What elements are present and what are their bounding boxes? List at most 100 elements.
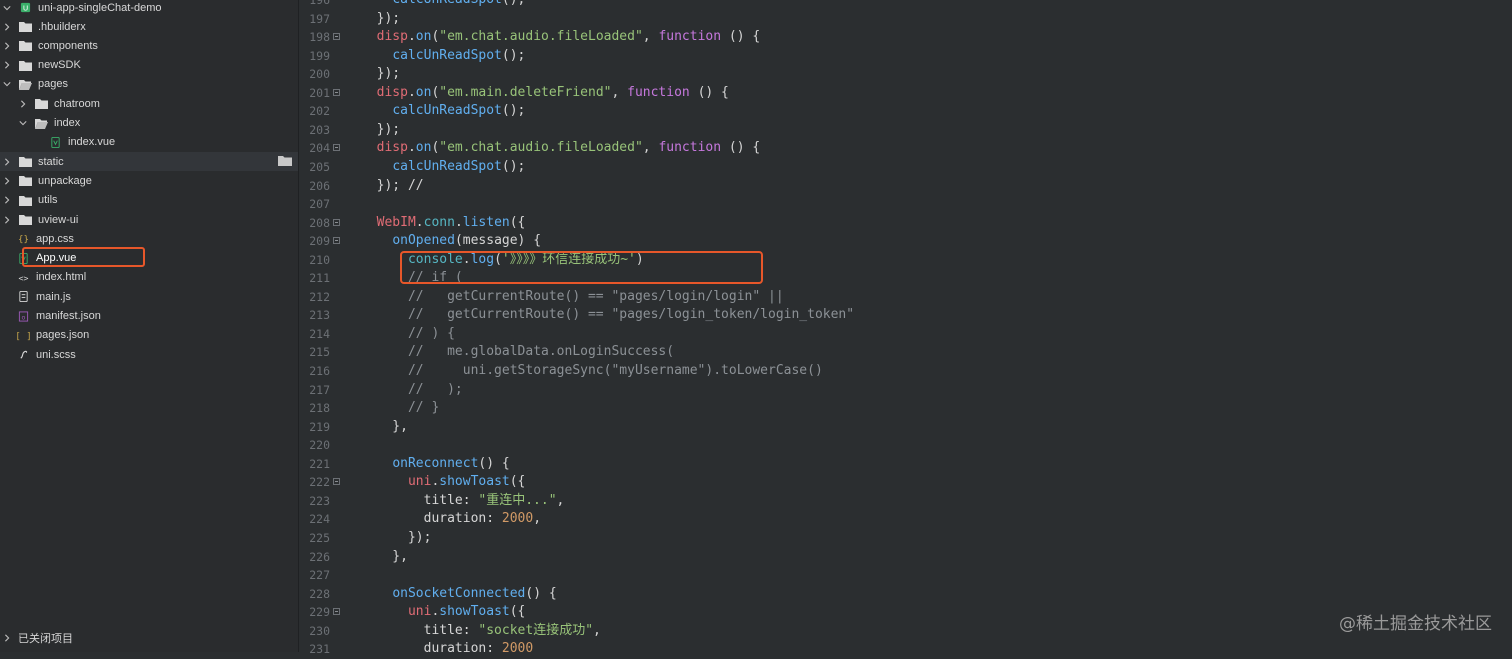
code-text: WebIM.conn.listen({	[376, 214, 526, 230]
chevron-down-icon[interactable]	[18, 118, 28, 128]
code-line[interactable]: 205 calcUnReadSpot();	[309, 158, 1512, 177]
fold-toggle-icon[interactable]	[333, 144, 340, 152]
tree-item-index-vue[interactable]: index.vue	[0, 133, 298, 152]
line-number: 220	[309, 438, 330, 453]
fold-toggle-icon[interactable]	[333, 218, 340, 226]
code-text: });	[361, 529, 432, 545]
code-line[interactable]: 228 onSocketConnected() {	[309, 585, 1512, 604]
line-number: 221	[309, 456, 330, 471]
tree-item--hbuilderx[interactable]: .hbuilderx	[0, 17, 298, 36]
code-text: onReconnect() {	[392, 455, 510, 471]
line-number: 209	[309, 234, 330, 249]
code-line[interactable]: 204 disp.on("em.chat.audio.fileLoaded", …	[309, 139, 1512, 158]
code-line[interactable]: 221 onReconnect() {	[309, 455, 1512, 474]
tree-item-components[interactable]: components	[0, 36, 298, 55]
chevron-right-icon[interactable]	[2, 22, 12, 32]
code-line[interactable]: 230 title: "socket连接成功",	[309, 622, 1512, 641]
code-line[interactable]: 197 });	[309, 10, 1512, 29]
code-line[interactable]: 217 // );	[309, 381, 1512, 400]
tree-item-pages[interactable]: pages	[0, 75, 298, 94]
line-number: 218	[309, 401, 330, 416]
vue-file-icon	[48, 136, 62, 148]
line-number: 227	[309, 568, 330, 583]
fold-toggle-icon[interactable]	[333, 33, 340, 41]
code-text: // getCurrentRoute() == "pages/login/log…	[407, 288, 784, 304]
code-line[interactable]: 212 // getCurrentRoute() == "pages/login…	[309, 288, 1512, 307]
tree-item-static[interactable]: static	[0, 152, 298, 172]
chevron-right-icon[interactable]	[2, 157, 12, 167]
code-line[interactable]: 227	[309, 566, 1512, 585]
chevron-right-icon[interactable]	[18, 99, 28, 109]
code-line[interactable]: 202 calcUnReadSpot();	[309, 102, 1512, 121]
line-number: 219	[309, 419, 330, 434]
code-text: disp.on("em.chat.audio.fileLoaded", func…	[376, 140, 761, 156]
code-editor[interactable]: 196 calcUnReadSpot();197 });198 disp.on(…	[309, 0, 1512, 656]
tree-item-label: unpackage	[38, 174, 92, 187]
chevron-down-icon[interactable]	[2, 79, 12, 89]
line-number: 215	[309, 345, 330, 360]
code-line[interactable]: 196 calcUnReadSpot();	[309, 0, 1512, 10]
tree-item-label: app.css	[36, 232, 74, 245]
tree-item-uni-scss[interactable]: uni.scss	[0, 345, 298, 364]
code-line[interactable]: 206 }); //	[309, 177, 1512, 196]
tree-item-index-html[interactable]: <> index.html	[0, 268, 298, 287]
code-text: // }	[407, 400, 440, 416]
code-line[interactable]: 220	[309, 436, 1512, 455]
code-line[interactable]: 198 disp.on("em.chat.audio.fileLoaded", …	[309, 28, 1512, 47]
code-line[interactable]: 209 onOpened(message) {	[309, 232, 1512, 251]
closed-projects-bar[interactable]: 已关闭项目	[0, 628, 298, 648]
code-line[interactable]: 201 disp.on("em.main.deleteFriend", func…	[309, 84, 1512, 103]
tree-item-app-css[interactable]: {} app.css	[0, 229, 298, 248]
tree-item-newsdk[interactable]: newSDK	[0, 56, 298, 75]
chevron-right-icon[interactable]	[2, 41, 12, 51]
line-number: 201	[309, 85, 330, 100]
code-line[interactable]: 222 uni.showToast({	[309, 473, 1512, 492]
svg-text:U: U	[22, 3, 27, 12]
code-line[interactable]: 219 },	[309, 418, 1512, 437]
code-line[interactable]: 199 calcUnReadSpot();	[309, 47, 1512, 66]
code-line[interactable]: 226 },	[309, 548, 1512, 567]
folder-icon[interactable]	[278, 155, 292, 166]
code-line[interactable]: 225 });	[309, 529, 1512, 548]
chevron-right-icon[interactable]	[2, 195, 12, 205]
line-number: 198	[309, 30, 330, 45]
chevron-right-icon[interactable]	[2, 176, 12, 186]
line-number: 222	[309, 475, 330, 490]
console-log-highlight	[400, 251, 763, 284]
chevron-right-icon[interactable]	[2, 215, 12, 225]
chevron-right-icon[interactable]	[2, 60, 12, 70]
code-line[interactable]: 218 // }	[309, 399, 1512, 418]
line-number: 204	[309, 141, 330, 156]
code-text: title: "重连中...",	[361, 492, 565, 508]
tree-row-project[interactable]: U uni-app-singleChat-demo	[0, 0, 298, 17]
code-line[interactable]: 215 // me.globalData.onLoginSuccess(	[309, 343, 1512, 362]
tree-item-chatroom[interactable]: chatroom	[0, 94, 298, 113]
fold-toggle-icon[interactable]	[333, 237, 340, 245]
code-line[interactable]: 213 // getCurrentRoute() == "pages/login…	[309, 306, 1512, 325]
code-line[interactable]: 208 WebIM.conn.listen({	[309, 214, 1512, 233]
folder-icon	[34, 98, 48, 110]
code-line[interactable]: 229 uni.showToast({	[309, 603, 1512, 622]
fold-toggle-icon[interactable]	[333, 88, 340, 96]
code-line[interactable]: 203 });	[309, 121, 1512, 140]
fold-toggle-icon[interactable]	[333, 478, 340, 486]
chevron-down-icon[interactable]	[2, 3, 12, 13]
code-line[interactable]: 231 duration: 2000	[309, 640, 1512, 659]
project-name: uni-app-singleChat-demo	[38, 1, 162, 14]
code-line[interactable]: 216 // uni.getStorageSync("myUsername").…	[309, 362, 1512, 381]
code-line[interactable]: 207	[309, 195, 1512, 214]
tree-item-main-js[interactable]: main.js	[0, 287, 298, 306]
code-line[interactable]: 224 duration: 2000,	[309, 510, 1512, 529]
code-line[interactable]: 200 });	[309, 65, 1512, 84]
line-number: 199	[309, 48, 330, 63]
tree-item-pages-json[interactable]: [ ] pages.json	[0, 326, 298, 345]
tree-item-unpackage[interactable]: unpackage	[0, 171, 298, 190]
code-line[interactable]: 223 title: "重连中...",	[309, 492, 1512, 511]
tree-item-manifest-json[interactable]: o manifest.json	[0, 307, 298, 326]
code-line[interactable]: 214 // ) {	[309, 325, 1512, 344]
tree-item-utils[interactable]: utils	[0, 191, 298, 210]
tree-item-index[interactable]: index	[0, 114, 298, 133]
fold-toggle-icon[interactable]	[333, 608, 340, 616]
tree-item-uview-ui[interactable]: uview-ui	[0, 210, 298, 229]
chevron-right-icon	[2, 633, 12, 643]
